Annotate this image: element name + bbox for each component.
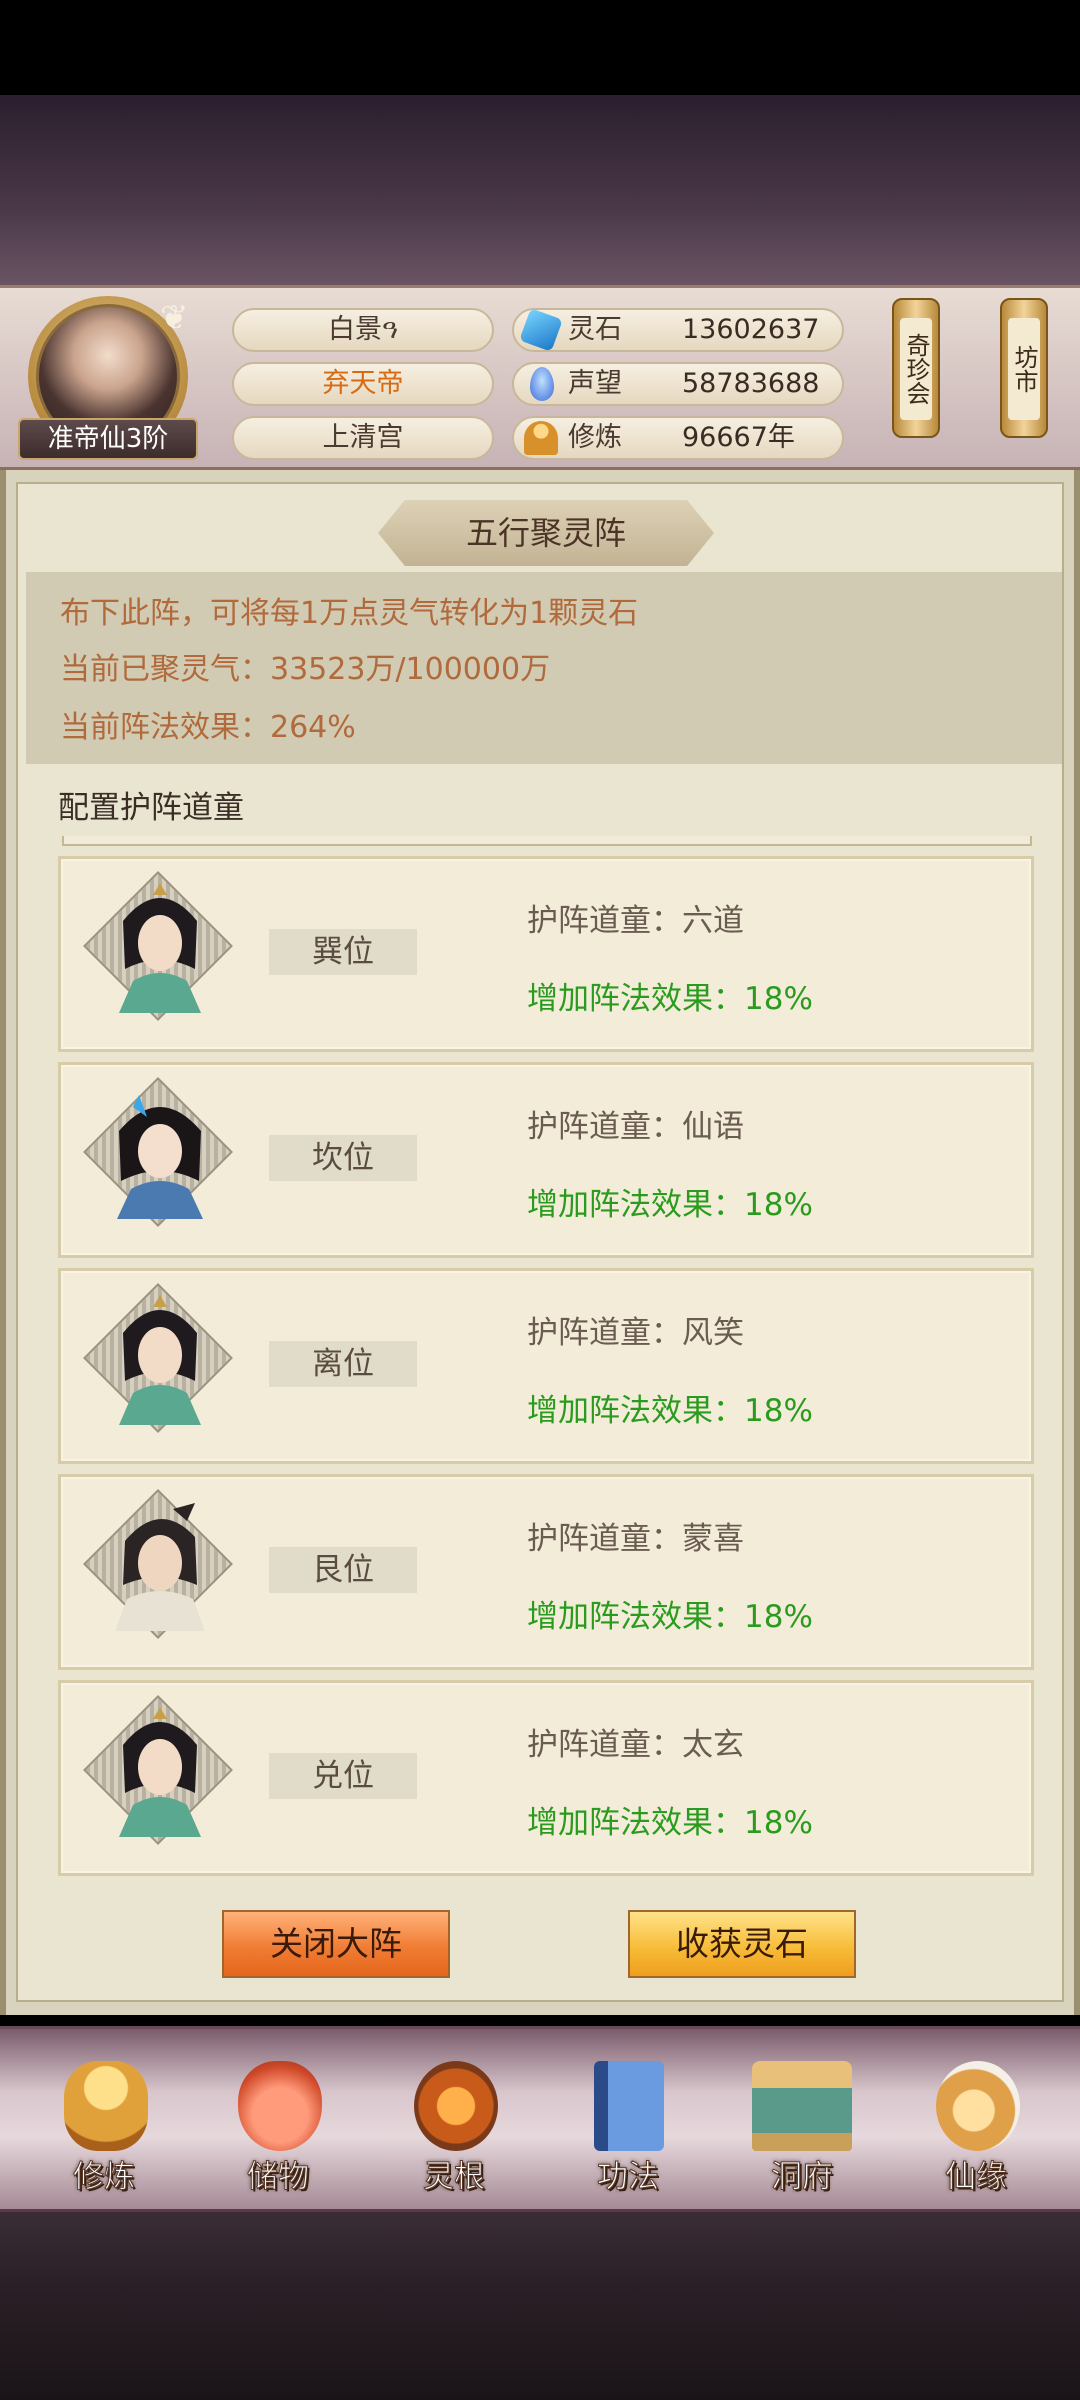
guard-card[interactable]: 巽位 护阵道童：六道 增加阵法效果：18% xyxy=(58,856,1034,1052)
character-icon xyxy=(115,1503,205,1631)
player-header: ❦ 准帝仙3阶 白景ዓ 弃天帝 上清宫 灵石 13602637 声望 58783… xyxy=(0,285,1080,470)
guard-name: 护阵道童：蒙喜 xyxy=(527,1521,744,1557)
guard-bonus: 增加阵法效果：18% xyxy=(527,981,813,1017)
info-qi-progress: 当前已聚灵气：33523万/100000万 xyxy=(60,652,551,687)
guard-portrait[interactable] xyxy=(83,871,235,1023)
guard-portrait[interactable] xyxy=(83,1077,235,1229)
formation-info: 布下此阵，可将每1万点灵气转化为1颗灵石 当前已聚灵气：33523万/10000… xyxy=(26,572,1062,764)
character-icon xyxy=(119,1707,201,1837)
resource-spirit-stone: 灵石 13602637 xyxy=(512,308,844,352)
nav-storage[interactable]: 储物 xyxy=(208,2051,348,2201)
status-bar-area xyxy=(0,0,1080,95)
guard-name: 护阵道童：太玄 xyxy=(527,1727,744,1763)
resource-prestige: 声望 58783688 xyxy=(512,362,844,406)
storage-bag-icon xyxy=(238,2061,322,2151)
prestige-crystal-icon xyxy=(530,367,554,401)
resource-cultivation: 修炼 96667年 xyxy=(512,416,844,460)
position-tag: 离位 xyxy=(269,1341,417,1387)
list-edge xyxy=(62,836,1032,846)
spirit-stone-icon xyxy=(519,308,563,352)
butterfly-icon: ❦ xyxy=(160,298,189,338)
bottom-scenery xyxy=(0,2212,1080,2400)
technique-book-icon xyxy=(594,2061,664,2151)
resource-value: 58783688 xyxy=(682,368,820,399)
scroll-label: 坊市 xyxy=(1008,318,1040,420)
cave-dwelling-icon xyxy=(752,2061,852,2151)
nav-spirit-root[interactable]: 灵根 xyxy=(384,2051,524,2201)
guard-card[interactable]: 兑位 护阵道童：太玄 增加阵法效果：18% xyxy=(58,1680,1034,1876)
treasure-fair-button[interactable]: 奇珍会 xyxy=(892,298,940,438)
resource-value: 13602637 xyxy=(682,314,820,345)
collect-spirit-stone-button[interactable]: 收获灵石 xyxy=(628,1910,856,1978)
panel-title: 五行聚灵阵 xyxy=(378,500,714,566)
player-sect: 上清宫 xyxy=(232,416,494,460)
nav-label: 功法 xyxy=(597,2159,660,2196)
nav-fortune[interactable]: 仙缘 xyxy=(906,2051,1046,2201)
guard-portrait[interactable] xyxy=(83,1283,235,1435)
section-label: 配置护阵道童 xyxy=(58,790,244,826)
nav-label: 仙缘 xyxy=(945,2159,1008,2196)
character-icon xyxy=(119,883,201,1013)
scroll-label: 奇珍会 xyxy=(900,318,932,420)
nav-technique[interactable]: 功法 xyxy=(558,2051,698,2201)
guard-card[interactable]: 艮位 护阵道童：蒙喜 增加阵法效果：18% xyxy=(58,1474,1034,1670)
guard-card[interactable]: 离位 护阵道童：风笑 增加阵法效果：18% xyxy=(58,1268,1034,1464)
position-tag: 巽位 xyxy=(269,929,417,975)
guard-bonus: 增加阵法效果：18% xyxy=(527,1187,813,1223)
nav-cultivation[interactable]: 修炼 xyxy=(34,2051,174,2201)
position-tag: 兑位 xyxy=(269,1753,417,1799)
player-title: 弃天帝 xyxy=(232,362,494,406)
guard-bonus: 增加阵法效果：18% xyxy=(527,1599,813,1635)
resource-label: 修炼 xyxy=(568,422,622,453)
top-scenery xyxy=(0,95,1080,285)
meditation-icon xyxy=(524,421,558,455)
position-tag: 坎位 xyxy=(269,1135,417,1181)
nav-label: 储物 xyxy=(247,2159,310,2196)
guard-portrait[interactable] xyxy=(83,1489,235,1641)
guard-portrait[interactable] xyxy=(83,1695,235,1847)
guard-bonus: 增加阵法效果：18% xyxy=(527,1805,813,1841)
player-name: 白景ዓ xyxy=(232,308,494,352)
formation-panel: 五行聚灵阵 布下此阵，可将每1万点灵气转化为1颗灵石 当前已聚灵气：33523万… xyxy=(0,470,1080,2015)
resource-value: 96667年 xyxy=(682,422,795,453)
resource-label: 声望 xyxy=(568,368,622,399)
rank-badge: 准帝仙3阶 xyxy=(18,418,198,460)
resource-label: 灵石 xyxy=(568,314,622,345)
position-tag: 艮位 xyxy=(269,1547,417,1593)
character-icon xyxy=(117,1095,203,1219)
character-icon xyxy=(119,1295,201,1425)
market-button[interactable]: 坊市 xyxy=(1000,298,1048,438)
nav-cave[interactable]: 洞府 xyxy=(732,2051,872,2201)
guard-name: 护阵道童：六道 xyxy=(527,903,744,939)
info-effect: 当前阵法效果：264% xyxy=(60,710,356,745)
fortune-icon xyxy=(936,2061,1020,2151)
cultivation-icon xyxy=(64,2061,148,2151)
nav-label: 洞府 xyxy=(771,2159,834,2196)
bottom-nav: 修炼 储物 灵根 功法 洞府 仙缘 xyxy=(0,2026,1080,2212)
nav-label: 修炼 xyxy=(73,2159,136,2196)
guard-bonus: 增加阵法效果：18% xyxy=(527,1393,813,1429)
guard-name: 护阵道童：仙语 xyxy=(527,1109,744,1145)
guard-name: 护阵道童：风笑 xyxy=(527,1315,744,1351)
close-formation-button[interactable]: 关闭大阵 xyxy=(222,1910,450,1978)
nav-label: 灵根 xyxy=(423,2159,486,2196)
spirit-root-icon xyxy=(414,2061,498,2151)
guard-card[interactable]: 坎位 护阵道童：仙语 增加阵法效果：18% xyxy=(58,1062,1034,1258)
info-description: 布下此阵，可将每1万点灵气转化为1颗灵石 xyxy=(60,596,639,631)
